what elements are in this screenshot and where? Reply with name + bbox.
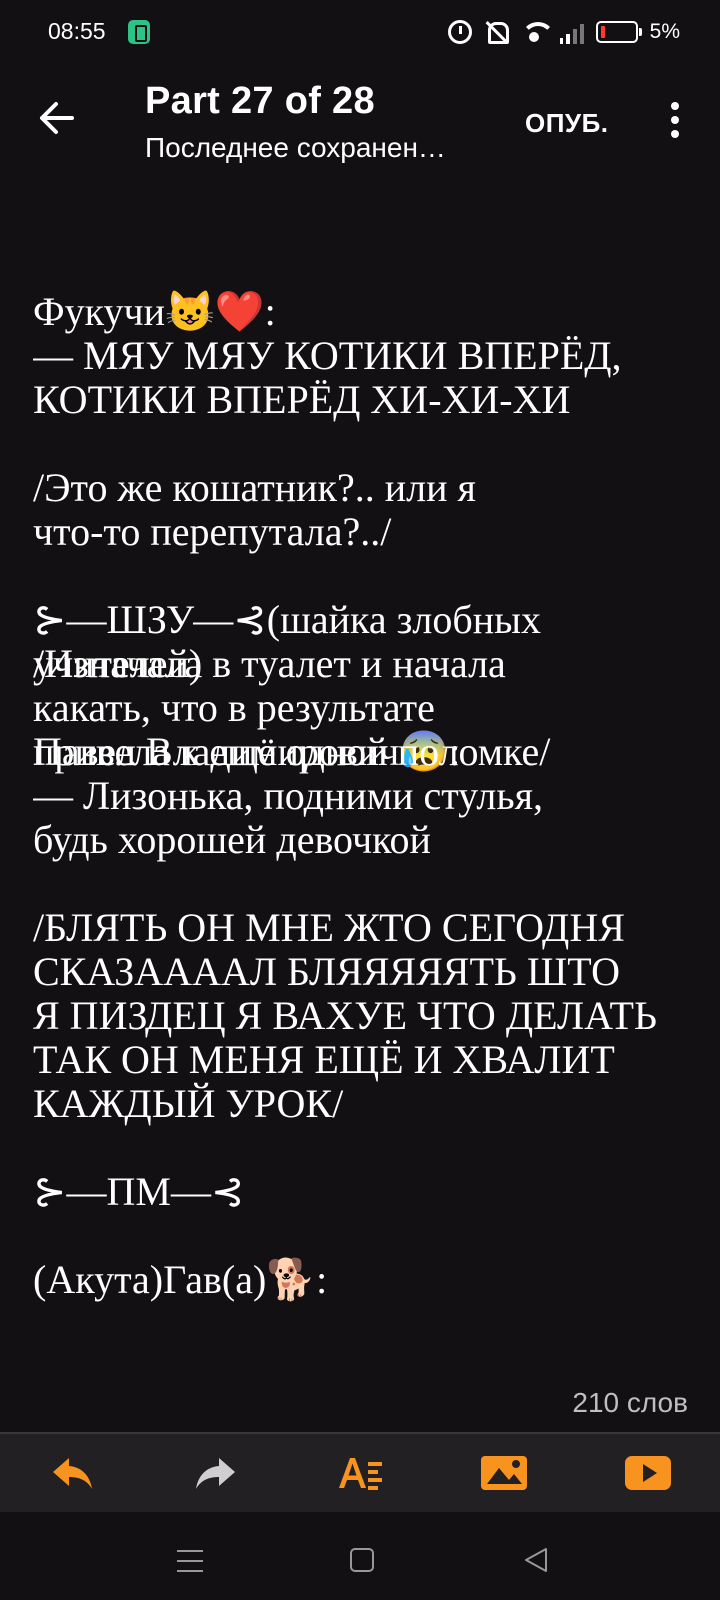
story-line: ⊱—ШЗУ—⊰(шайка злобных <box>33 597 542 642</box>
insert-video-icon <box>625 1456 671 1490</box>
story-line: какать, что в результате <box>33 685 435 730</box>
story-line: КАЖДЫЙ УРОК/ <box>33 1081 344 1126</box>
system-nav-bar <box>0 1512 720 1600</box>
story-line: СКАЗАААAЛ БЛЯЯЯЯЯТЬ ШТО <box>33 949 621 994</box>
undo-icon <box>53 1458 92 1489</box>
story-line: ТАК ОН МЕНЯ ЕЩЁ И ХВАЛИТ <box>33 1037 615 1082</box>
undo-button[interactable] <box>42 1443 102 1503</box>
story-line: что-то перепутала?../ <box>33 509 392 554</box>
signal-icon <box>559 20 584 44</box>
more-options-icon[interactable] <box>660 96 690 144</box>
alarm-icon <box>447 20 472 44</box>
story-line <box>33 422 698 466</box>
word-count: 210 слов <box>572 1387 688 1418</box>
story-line: Я ПИЗДЕЦ Я ВАХУЕ ЧТО ДЕЛАТЬ <box>33 993 657 1038</box>
status-bar: 08:55 5% <box>0 0 720 66</box>
back-button[interactable] <box>28 90 84 146</box>
mute-icon <box>484 20 509 44</box>
last-saved-status: Последнее сохранен… <box>145 132 446 163</box>
story-line: /Это же кошатник?.. или я <box>33 465 476 510</box>
back-arrow-icon <box>40 102 74 134</box>
story-line: будь хорошей девочкой <box>33 817 431 862</box>
story-line: — Лизонька, подними стулья, <box>33 773 544 818</box>
story-overlap-line: Павел Владимирович😰: привела к ещё одной… <box>33 730 698 774</box>
back-icon[interactable] <box>522 1546 550 1574</box>
redo-button[interactable] <box>186 1443 246 1503</box>
story-line: ⊱—ПМ—⊰ <box>33 1169 245 1214</box>
battery-saver-icon <box>128 20 150 44</box>
story-line: КОТИКИ ВПЕРЁД ХИ-ХИ-ХИ <box>33 377 571 422</box>
home-icon[interactable] <box>350 1548 374 1572</box>
story-line: (Акута)Гав(а)🐕: <box>33 1257 328 1302</box>
redo-icon <box>196 1458 235 1489</box>
insert-image-button[interactable] <box>474 1443 534 1503</box>
app-bar: Part 27 of 28 Последнее сохранен… ОПУБ. <box>0 66 720 176</box>
editor-toolbar <box>0 1432 720 1512</box>
status-time: 08:55 <box>48 18 106 44</box>
story-line: /БЛЯТЬ ОН МНЕ ЖТО СЕГОДНЯ <box>33 905 625 950</box>
text-format-icon <box>339 1458 382 1490</box>
story-line <box>33 862 698 906</box>
text-format-button[interactable] <box>330 1443 390 1503</box>
story-line: Фукучи😺❤️: <box>33 290 276 334</box>
battery-icon <box>595 21 642 43</box>
story-line <box>33 1214 698 1258</box>
story-line: привела к ещё одной поломке/ <box>33 729 551 774</box>
story-overlap-line: учителей) /Изначала в туалет и начала <box>33 642 698 686</box>
insert-video-button[interactable] <box>618 1443 678 1503</box>
story-line: /Изначала в туалет и начала <box>33 641 506 686</box>
wifi-icon <box>520 20 555 44</box>
status-icons: 5% <box>447 18 680 46</box>
battery-percent: 5% <box>649 20 680 43</box>
recent-apps-icon[interactable] <box>177 1550 203 1572</box>
story-line <box>33 1126 698 1170</box>
publish-button[interactable]: ОПУБ. <box>525 108 609 139</box>
story-line: — МЯУ МЯУ КОТИКИ ВПЕРЁД, <box>33 333 622 378</box>
story-line <box>33 554 698 598</box>
insert-image-icon <box>481 1456 527 1490</box>
story-editor[interactable]: Фукучи😺❤️: — МЯУ МЯУ КОТИКИ ВПЕРЁД, КОТИ… <box>33 290 698 1375</box>
part-title: Part 27 of 28 <box>145 80 375 122</box>
